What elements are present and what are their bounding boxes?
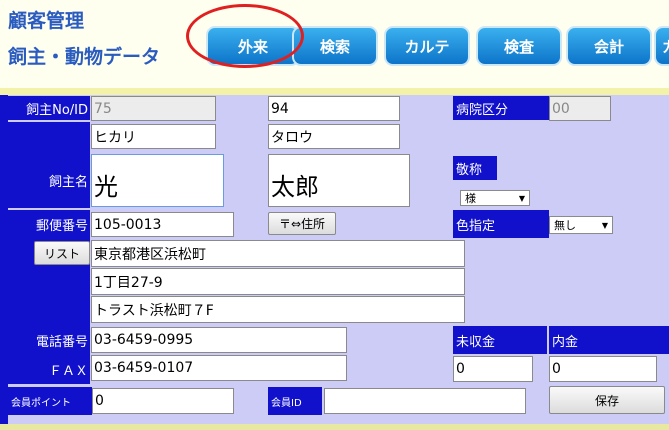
unpaid-label: 未収金	[453, 326, 547, 354]
phone-label: 電話番号	[8, 326, 90, 354]
app-title: 顧客管理	[8, 10, 85, 32]
label-spacer	[8, 122, 90, 152]
member-points-field[interactable]: 0	[92, 388, 234, 414]
hospital-category-field[interactable]: 00	[549, 96, 611, 121]
nav-chart-button[interactable]: カルテ	[384, 26, 470, 66]
kana-last-name-field[interactable]: ヒカリ	[91, 124, 216, 149]
honorific-select-value: 様	[465, 192, 476, 205]
owner-name-label: 飼主名	[8, 152, 90, 208]
address-line1-field[interactable]: 東京都港区浜松町	[91, 240, 465, 267]
postal-code-label: 郵便番号	[8, 210, 90, 238]
honorific-select[interactable]: 様 ▼	[460, 190, 530, 206]
owner-id-label: 飼主No/ID	[8, 96, 90, 120]
fax-field[interactable]: 03-6459-0107	[91, 355, 347, 381]
left-strip	[0, 95, 8, 430]
bottom-edge	[0, 424, 669, 430]
chevron-down-icon: ▼	[518, 193, 525, 203]
owner-last-name-field[interactable]: 光	[91, 154, 224, 207]
fax-label: ＦＡＸ	[8, 354, 90, 384]
kana-first-name-field[interactable]: タロウ	[268, 124, 400, 149]
honorific-label: 敬称	[453, 156, 497, 180]
owner-id-field[interactable]: 94	[268, 96, 400, 121]
unpaid-field[interactable]: 0	[453, 356, 533, 382]
color-select[interactable]: 無し ▼	[549, 216, 613, 234]
highlight-circle	[186, 4, 304, 68]
page-title: 飼主・動物データ	[8, 46, 161, 68]
color-select-value: 無し	[554, 219, 576, 232]
save-button[interactable]: 保存	[549, 386, 665, 414]
owner-no-field[interactable]: 75	[91, 96, 216, 121]
nav-exam-button[interactable]: 検査	[476, 26, 562, 66]
nav-more-button[interactable]: カ	[654, 26, 669, 66]
member-id-field[interactable]	[324, 388, 526, 414]
member-id-label: 会員ID	[268, 387, 322, 415]
postal-to-address-button[interactable]: 〒⇔住所	[268, 212, 336, 235]
deposit-label: 内金	[549, 326, 669, 354]
list-button[interactable]: リスト	[34, 241, 90, 265]
deposit-field[interactable]: 0	[549, 356, 657, 382]
hospital-category-label: 病院区分	[453, 96, 549, 120]
divider-bar	[0, 88, 669, 95]
color-label: 色指定	[453, 210, 549, 238]
address-line3-field[interactable]: トラスト浜松町７F	[91, 296, 465, 323]
postal-code-field[interactable]: 105-0013	[91, 212, 234, 237]
nav-billing-button[interactable]: 会計	[566, 26, 652, 66]
chevron-down-icon: ▼	[601, 220, 608, 230]
owner-first-name-field[interactable]: 太郎	[268, 154, 410, 207]
nav-search-button[interactable]: 検索	[292, 26, 378, 66]
address-line2-field[interactable]: 1丁目27-9	[91, 268, 465, 295]
member-points-label: 会員ポイント	[8, 387, 92, 415]
phone-field[interactable]: 03-6459-0995	[91, 327, 347, 353]
